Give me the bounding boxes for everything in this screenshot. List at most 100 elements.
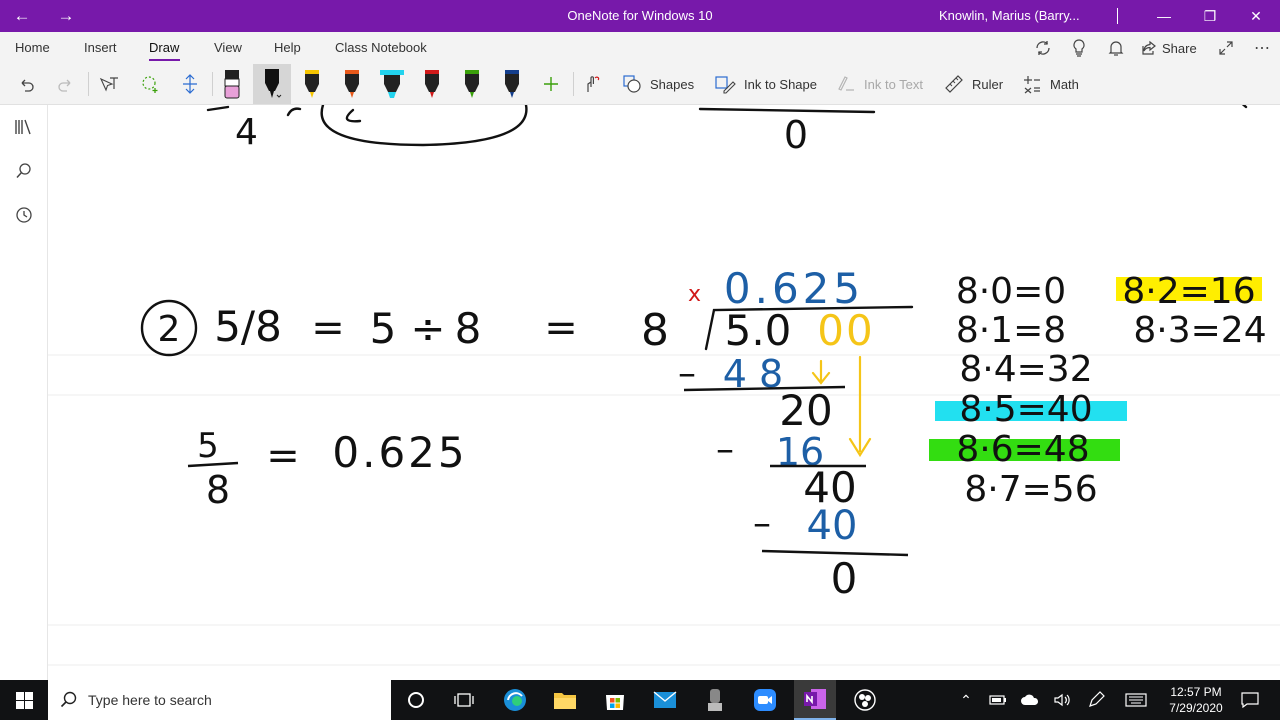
edge-browser-icon[interactable] (494, 680, 536, 720)
windows-start-icon[interactable] (0, 680, 48, 720)
sync-icon[interactable] (1031, 32, 1055, 64)
navy-pen-icon[interactable] (498, 64, 526, 104)
taskbar-clock[interactable]: 12:57 PM 7/29/2020 (1160, 684, 1232, 716)
undo-icon[interactable] (12, 64, 40, 104)
fact-8x4: 8·4=32 (959, 349, 1092, 390)
ruler-icon (945, 75, 963, 93)
minus-2: – (716, 429, 734, 470)
obs-recorder-icon[interactable] (844, 680, 886, 720)
ribbon-separator (573, 72, 574, 96)
back-arrow-icon[interactable]: ← (0, 0, 44, 32)
microsoft-store-icon[interactable] (594, 680, 636, 720)
shapes-button[interactable]: Shapes (622, 64, 702, 104)
shapes-label: Shapes (650, 76, 695, 92)
bring-down-arrow-2 (848, 355, 872, 458)
onenote-taskbar-icon[interactable] (794, 680, 836, 720)
ink-replay-icon[interactable] (580, 64, 606, 104)
fact-8x1: 8·1=8 (956, 310, 1066, 351)
result-denominator: 8 (206, 468, 230, 512)
ink-to-text-label: Ink to Text (864, 76, 924, 92)
app-title: OneNote for Windows 10 (567, 8, 713, 23)
mail-icon[interactable] (644, 680, 686, 720)
ink-to-shape-label: Ink to Shape (744, 76, 817, 92)
task-view-icon[interactable] (444, 680, 484, 720)
green-pen-icon[interactable] (458, 64, 486, 104)
search-icon[interactable] (0, 157, 47, 185)
lasso-select-icon[interactable] (136, 64, 164, 104)
notifications-icon[interactable] (1236, 680, 1264, 720)
share-label: Share (1162, 40, 1197, 56)
remainder-20: 20 (779, 386, 832, 435)
red-pen-icon[interactable] (418, 64, 446, 104)
ink-drawing[interactable]: 4 0 2 5/8 = 5 ÷ 8 = 5 8 = 0.625 x 0.625 … (48, 105, 1280, 680)
previous-problem-fragment (206, 105, 1248, 147)
bell-icon[interactable] (1105, 32, 1127, 64)
more-options-icon[interactable]: ⋯ (1250, 32, 1274, 64)
taskbar-search-box[interactable]: Type here to search (48, 680, 391, 720)
yellow-pen-icon[interactable] (298, 64, 326, 104)
onedrive-cloud-icon[interactable] (1016, 680, 1044, 720)
recent-clock-icon[interactable] (0, 201, 47, 229)
minus-3: – (753, 503, 771, 544)
recorder-app-icon[interactable] (694, 680, 736, 720)
minus-1: – (678, 353, 696, 394)
top-fragment-digit: 4 (235, 112, 258, 153)
zoom-app-icon[interactable] (744, 680, 786, 720)
cyan-highlighter-icon[interactable] (376, 64, 408, 104)
ink-to-shape-button[interactable]: Ink to Shape (714, 64, 824, 104)
fullscreen-icon[interactable] (1215, 32, 1237, 64)
add-space-icon[interactable] (176, 64, 204, 104)
restore-icon[interactable]: ❐ (1187, 0, 1233, 32)
volume-icon[interactable] (1048, 680, 1076, 720)
draw-ribbon: Shapes Ink to Shape Ink to Text Ruler Ma… (0, 64, 1280, 105)
battery-icon[interactable] (984, 680, 1012, 720)
top-zero: 0 (784, 113, 808, 157)
tab-insert[interactable]: Insert (84, 40, 117, 55)
shapes-icon (623, 75, 641, 93)
share-button[interactable]: Share (1141, 32, 1201, 64)
redo-icon[interactable] (52, 64, 80, 104)
tab-draw[interactable]: Draw (149, 40, 179, 55)
menu-bar: Home Insert Draw View Help Class Noteboo… (0, 32, 1280, 64)
chevron-up-icon[interactable]: ⌃ (952, 680, 980, 720)
multiplication-facts: 8·0=0 8·1=8 8·4=32 8·5=40 8·6=48 8·7=56 … (956, 271, 1267, 510)
ink-to-text-button[interactable]: Ink to Text (836, 64, 932, 104)
cortana-icon[interactable] (396, 680, 436, 720)
bring-down-arrow-1 (811, 359, 831, 385)
problem-number: 2 (158, 309, 181, 350)
tab-class-notebook[interactable]: Class Notebook (335, 40, 427, 55)
pen-workspace-icon[interactable] (1082, 680, 1110, 720)
tab-home[interactable]: Home (15, 40, 50, 55)
black-pen-selected[interactable] (253, 64, 291, 104)
equals-sign-1: = (311, 305, 345, 351)
lightbulb-icon[interactable] (1068, 32, 1090, 64)
notebooks-icon[interactable] (0, 113, 47, 141)
user-name[interactable]: Knowlin, Marius (Barry... (939, 8, 1080, 23)
result-equals: = (266, 433, 300, 479)
fact-8x0: 8·0=0 (956, 271, 1066, 312)
orange-pen-icon[interactable] (338, 64, 366, 104)
windows-taskbar: Type here to search ⌃ 12:57 PM 7/29/2020 (0, 680, 1280, 720)
add-pen-icon[interactable] (538, 64, 564, 104)
tab-help[interactable]: Help (274, 40, 301, 55)
keyboard-icon[interactable] (1122, 680, 1150, 720)
note-canvas[interactable]: 4 0 2 5/8 = 5 ÷ 8 = 5 8 = 0.625 x 0.625 … (48, 105, 1280, 680)
math-button[interactable]: Math (1022, 64, 1086, 104)
long-division-divisor: 8 (641, 305, 669, 356)
divisor-8: 8 (455, 304, 482, 353)
tab-view[interactable]: View (214, 40, 242, 55)
result-value: 0.625 (332, 428, 467, 477)
fraction-5-over-8: 5/8 (214, 302, 282, 351)
fact-8x5: 8·5=40 (959, 389, 1092, 430)
close-icon[interactable]: ✕ (1233, 0, 1279, 32)
subtract-40: 40 (807, 503, 858, 549)
forward-arrow-icon[interactable]: → (44, 0, 88, 32)
type-select-icon[interactable] (95, 64, 123, 104)
file-explorer-icon[interactable] (544, 680, 586, 720)
final-remainder: 0 (831, 554, 858, 603)
minimize-icon[interactable]: — (1141, 0, 1187, 32)
title-bar: ← → OneNote for Windows 10 Knowlin, Mari… (0, 0, 1280, 32)
eraser-icon[interactable] (218, 64, 246, 104)
ruler-button[interactable]: Ruler (944, 64, 1008, 104)
decimal-mark: x (688, 282, 701, 307)
